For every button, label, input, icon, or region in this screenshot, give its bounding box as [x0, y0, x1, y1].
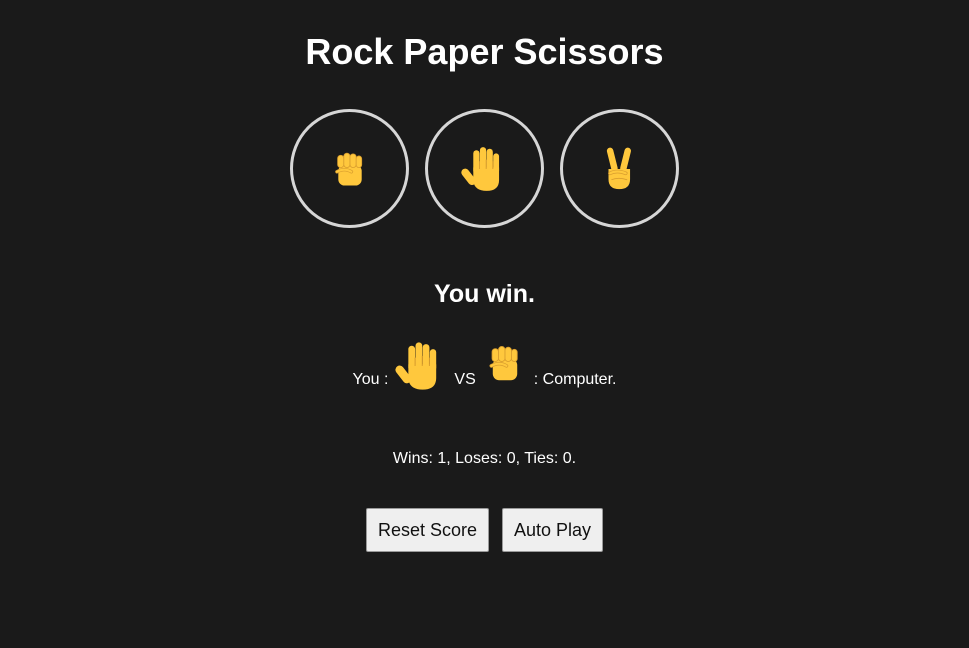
computer-label: : Computer.: [533, 371, 617, 388]
moves-played: You : VS : Computer.: [0, 334, 969, 394]
raised-fist-icon: [328, 147, 372, 191]
scissors-button[interactable]: [560, 109, 679, 228]
reset-score-button[interactable]: Reset Score: [365, 508, 489, 552]
you-label: You :: [352, 371, 389, 388]
rock-button[interactable]: [290, 109, 409, 228]
page-title: Rock Paper Scissors: [305, 31, 664, 72]
paper-button[interactable]: [425, 109, 544, 228]
raised-fist-icon: [482, 340, 528, 386]
controls: Reset Score Auto Play: [0, 508, 969, 552]
raised-hand-icon: [460, 144, 510, 194]
result-text: You win.: [434, 280, 535, 308]
raised-hand-icon: [394, 338, 448, 394]
auto-play-button[interactable]: Auto Play: [502, 508, 604, 552]
vs-label: VS: [454, 371, 476, 388]
score-text: Wins: 1, Loses: 0, Ties: 0.: [392, 450, 577, 467]
move-buttons: [0, 109, 969, 228]
victory-hand-icon: [597, 146, 643, 192]
